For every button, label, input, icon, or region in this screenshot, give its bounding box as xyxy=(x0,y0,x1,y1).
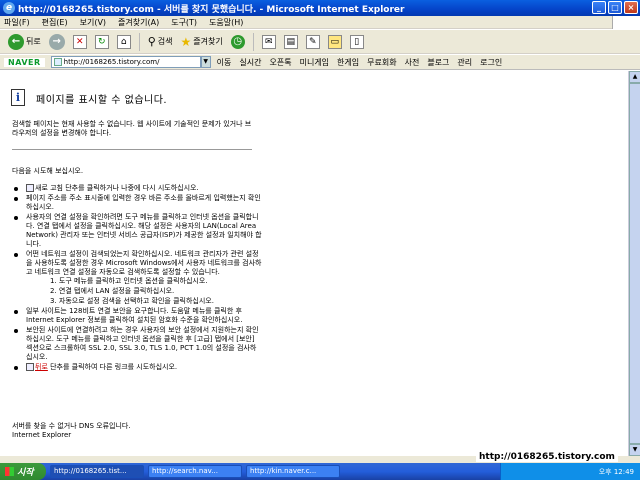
sub-step: 2. 연결 탭에서 LAN 설정을 클릭하십시오. xyxy=(50,287,175,295)
book-icon: ▯ xyxy=(349,34,364,49)
star-icon: ★ xyxy=(180,34,192,49)
messenger-button[interactable]: ▭ xyxy=(326,32,344,52)
footer: 서버를 찾을 수 없거나 DNS 오류입니다. Internet Explore… xyxy=(12,422,131,440)
edit-icon: ✎ xyxy=(305,34,320,49)
menu-bar: 파일(F) 편집(E) 보기(V) 즐겨찾기(A) 도구(T) 도움말(H) xyxy=(0,16,640,29)
back-icon xyxy=(26,363,34,371)
mail-icon: ✉ xyxy=(261,34,276,49)
naver-logo: NAVER xyxy=(4,57,45,67)
dns-error-text: 서버를 찾을 수 없거나 DNS 오류입니다. xyxy=(12,422,131,430)
mail-button[interactable]: ✉ xyxy=(260,32,278,52)
list-item: 페이지 주소를 주소 표시줄에 입력한 경우 바른 주소를 올바르게 입력했는지… xyxy=(12,194,262,212)
scroll-down-button[interactable]: ▼ xyxy=(629,444,640,456)
history-button[interactable]: ◷ xyxy=(229,32,247,52)
system-tray: 오후 12:49 xyxy=(500,463,640,480)
sub-step: 1. 도구 메뉴를 클릭하고 인터넷 옵션을 클릭하십시오. xyxy=(50,277,208,285)
list-item: 새로 고침 단추를 클릭하거나 나중에 다시 시도하십시오. xyxy=(12,184,262,193)
toolbar: ← 뒤로 → ✕ ↻ ⌂ ⚲ 검색 ★ 즐겨찾기 ◷ ✉ ▤ ✎ ▭ ▯ xyxy=(0,30,640,54)
info-icon: i xyxy=(11,89,25,106)
separator xyxy=(138,32,140,51)
search-button[interactable]: ⚲ 검색 xyxy=(146,32,175,52)
forward-arrow-icon: → xyxy=(48,33,65,50)
edit-button[interactable]: ✎ xyxy=(304,32,322,52)
taskbar-item[interactable]: http://search.nav... xyxy=(148,465,242,478)
menu-edit[interactable]: 편집(E) xyxy=(42,17,68,28)
url-input[interactable]: http://0168265.tistory.com/ xyxy=(50,56,201,68)
title-bar: e http://0168265.tistory.com - 서버를 찾지 못했… xyxy=(0,0,640,16)
maximize-button[interactable]: □ xyxy=(608,1,622,14)
print-icon: ▤ xyxy=(283,34,298,49)
try-heading: 다음을 시도해 보십시오. xyxy=(12,167,84,175)
error-title: 페이지를 표시할 수 없습니다. xyxy=(36,95,168,106)
refresh-icon: ↻ xyxy=(94,34,109,49)
search-icon: ⚲ xyxy=(147,35,156,48)
clock: 오후 12:49 xyxy=(598,467,634,476)
url-dropdown-button[interactable]: ▼ xyxy=(200,56,211,68)
suggestion-list: 새로 고침 단추를 클릭하거나 나중에 다시 시도하십시오. 페이지 주소를 주… xyxy=(12,184,262,373)
taskbar-item[interactable]: http://0168265.tist... xyxy=(50,465,144,478)
windows-logo xyxy=(612,16,640,29)
toolbar-item-free[interactable]: 무료회화 xyxy=(367,57,396,68)
home-button[interactable]: ⌂ xyxy=(115,32,133,52)
menu-help[interactable]: 도움말(H) xyxy=(209,17,243,28)
toolbar-item-login[interactable]: 로그인 xyxy=(480,57,502,68)
list-item: 어떤 네트워크 설정이 검색되었는지 확인하십시오. 네트워크 관리자가 관련 … xyxy=(12,250,262,306)
window-title: http://0168265.tistory.com - 서버를 찾지 못했습니… xyxy=(18,4,405,15)
page-content: i 페이지를 표시할 수 없습니다. 검색할 페이지는 현재 사용할 수 없습니… xyxy=(0,71,628,456)
watermark: http://0168265.tistory.com xyxy=(476,452,618,462)
print-button[interactable]: ▤ xyxy=(282,32,300,52)
stop-button[interactable]: ✕ xyxy=(71,32,89,52)
refresh-icon xyxy=(26,184,34,192)
vertical-scrollbar[interactable]: ▲ ▼ xyxy=(628,71,640,456)
minimize-button[interactable]: _ xyxy=(592,1,606,14)
scroll-up-button[interactable]: ▲ xyxy=(629,71,640,83)
page-icon xyxy=(53,58,62,66)
toolbar-item-opentalk[interactable]: 오픈톡 xyxy=(270,57,292,68)
windows-flag-icon xyxy=(5,467,14,476)
toolbar-item-dictionary[interactable]: 사전 xyxy=(405,57,420,68)
back-link[interactable]: 뒤로 xyxy=(35,363,48,371)
list-item: 뒤로 단추를 클릭하여 다른 링크를 시도하십시오. xyxy=(12,363,262,372)
menu-tools[interactable]: 도구(T) xyxy=(171,17,197,28)
menu-favorites[interactable]: 즐겨찾기(A) xyxy=(118,17,159,28)
history-icon: ◷ xyxy=(230,34,245,49)
favorites-button[interactable]: ★ 즐겨찾기 xyxy=(179,32,225,52)
toolbar-item-blog[interactable]: 블로그 xyxy=(427,57,449,68)
sub-steps: 1. 도구 메뉴를 클릭하고 인터넷 옵션을 클릭하십시오. 2. 연결 탭에서… xyxy=(26,277,262,306)
list-item: 보안된 사이트에 연결하려고 하는 경우 사용자의 보안 설정에서 지원하는지 … xyxy=(12,326,262,362)
back-arrow-icon: ← xyxy=(8,33,24,50)
refresh-button[interactable]: ↻ xyxy=(93,32,111,52)
sub-step: 3. 자동으로 설정 검색을 선택하고 확인을 클릭하십시오. xyxy=(50,297,214,305)
start-button[interactable]: 시작 xyxy=(0,463,46,480)
toolbar-item-hangame[interactable]: 한게임 xyxy=(337,57,359,68)
menu-file[interactable]: 파일(F) xyxy=(4,17,30,28)
home-icon: ⌂ xyxy=(116,34,131,49)
back-button[interactable]: ← 뒤로 xyxy=(6,32,43,52)
separator xyxy=(252,32,254,51)
ie-icon: e xyxy=(3,2,15,14)
toolbar-item-manage[interactable]: 관리 xyxy=(457,57,472,68)
taskbar: 시작 http://0168265.tist... http://search.… xyxy=(0,463,640,480)
research-button[interactable]: ▯ xyxy=(348,32,366,52)
go-button[interactable]: 이동 xyxy=(217,57,232,68)
address-bar: NAVER http://0168265.tistory.com/ ▼ 이동 실… xyxy=(0,55,640,70)
stop-icon: ✕ xyxy=(72,34,87,49)
toolbar-item-minigame[interactable]: 미니게임 xyxy=(300,57,329,68)
folder-icon: ▭ xyxy=(327,34,342,49)
scroll-thumb[interactable] xyxy=(629,83,640,444)
menu-view[interactable]: 보기(V) xyxy=(80,17,106,28)
close-button[interactable]: × xyxy=(624,1,638,14)
toolbar-item-realtime[interactable]: 실시간 xyxy=(239,57,261,68)
list-item: 일부 사이트는 128비트 연결 보안을 요구합니다. 도움말 메뉴를 클릭한 … xyxy=(12,307,262,325)
list-item: 사용자의 연결 설정을 확인하려면 도구 메뉴를 클릭하고 인터넷 옵션을 클릭… xyxy=(12,213,262,249)
intro-text: 검색할 페이지는 현재 사용할 수 없습니다. 웹 사이트에 기술적인 문제가 … xyxy=(12,120,252,137)
forward-button[interactable]: → xyxy=(47,32,67,52)
ie-label: Internet Explorer xyxy=(12,431,72,439)
taskbar-item[interactable]: http://kin.naver.c... xyxy=(246,465,340,478)
divider xyxy=(12,149,252,150)
